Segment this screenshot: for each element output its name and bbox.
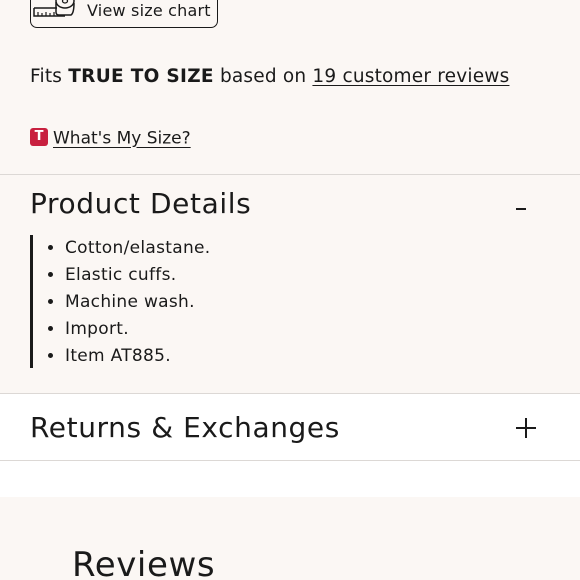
fit-prefix: Fits [30, 66, 63, 87]
reviews-section: Reviews [0, 497, 580, 580]
returns-exchanges-section[interactable]: Returns & Exchanges [0, 394, 580, 460]
product-details-section: Product Details Cotton/elastane. Elastic… [0, 175, 580, 393]
fit-verdict: TRUE TO SIZE [68, 66, 214, 87]
whats-my-size[interactable]: T What's My Size? [30, 128, 191, 150]
customer-reviews-link[interactable]: 19 customer reviews [312, 66, 509, 87]
plus-icon[interactable] [511, 413, 541, 443]
product-details-title[interactable]: Product Details [30, 187, 251, 220]
product-page: View size chart Fits TRUE TO SIZE based … [0, 0, 580, 580]
list-item: Item AT885. [65, 343, 330, 370]
divider [0, 460, 580, 461]
list-item: Cotton/elastane. [65, 235, 330, 262]
list-item: Import. [65, 316, 330, 343]
product-details-list: Cotton/elastane. Elastic cuffs. Machine … [30, 235, 330, 368]
fit-summary: Fits TRUE TO SIZE based on 19 customer r… [30, 66, 509, 87]
size-tool-logo-icon: T [30, 128, 48, 146]
view-size-chart-button[interactable]: View size chart [30, 0, 218, 28]
list-item: Machine wash. [65, 289, 330, 316]
reviews-title: Reviews [72, 545, 216, 580]
measuring-tape-icon [33, 0, 75, 17]
fit-middle-text: based on [219, 66, 307, 87]
whats-my-size-link[interactable]: What's My Size? [53, 129, 191, 149]
returns-exchanges-title: Returns & Exchanges [30, 411, 340, 444]
size-info-section: View size chart Fits TRUE TO SIZE based … [0, 0, 580, 174]
minus-icon[interactable] [506, 194, 536, 224]
view-size-chart-label: View size chart [87, 1, 211, 20]
list-item: Elastic cuffs. [65, 262, 330, 289]
